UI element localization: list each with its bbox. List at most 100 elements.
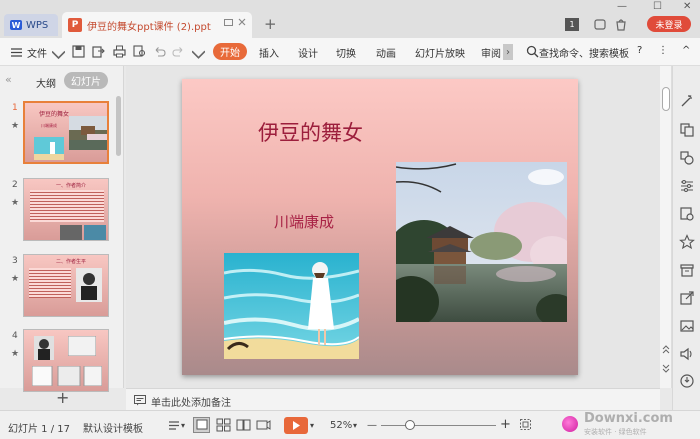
- animation-star-icon: ★: [11, 274, 20, 284]
- wps-home-tab[interactable]: W WPS: [4, 14, 58, 36]
- animation-star-icon: ★: [11, 198, 20, 208]
- zoom-out-button[interactable]: —: [367, 420, 377, 431]
- slide-thumbnail[interactable]: [23, 329, 109, 392]
- current-slide[interactable]: 伊豆的舞女 川端康成: [182, 79, 578, 375]
- zoom-in-button[interactable]: +: [500, 417, 511, 432]
- play-slideshow-button[interactable]: [284, 417, 308, 434]
- save-icon[interactable]: [72, 45, 85, 58]
- minimize-button[interactable]: —: [617, 1, 627, 12]
- menu-insert[interactable]: 插入: [259, 45, 279, 60]
- collapse-panel-button[interactable]: «: [5, 73, 12, 86]
- slide-thumbnail[interactable]: 二、作者生平: [23, 254, 109, 317]
- menu-review[interactable]: 审阅: [481, 45, 501, 60]
- notes-icon: [134, 395, 146, 406]
- new-tab-button[interactable]: +: [264, 15, 277, 33]
- undo-icon[interactable]: [153, 45, 166, 58]
- thumbnail-book-image: [68, 336, 96, 356]
- notes-dropdown-icon[interactable]: ▾: [181, 421, 185, 430]
- image-tools-icon[interactable]: [679, 206, 695, 222]
- export-icon[interactable]: [92, 45, 105, 58]
- fit-to-window-icon[interactable]: [519, 418, 532, 431]
- page-nav-arrows-icon[interactable]: [662, 344, 670, 374]
- play-dropdown-icon[interactable]: ▾: [310, 421, 314, 430]
- canvas-scroll-thumb[interactable]: [662, 87, 670, 111]
- slide-thumbnail-row[interactable]: 3 ★ 二、作者生平: [0, 254, 118, 320]
- thumbnail-beach-image: [34, 137, 64, 160]
- notes-toggle-icon[interactable]: [168, 420, 180, 431]
- login-button[interactable]: 未登录: [647, 16, 691, 32]
- settings-sliders-icon[interactable]: [679, 178, 695, 194]
- slide-number: 2: [12, 180, 18, 190]
- tab-window-icon[interactable]: [224, 18, 233, 27]
- animation-star-icon: ★: [11, 349, 20, 359]
- menu-start[interactable]: 开始: [213, 43, 247, 60]
- page-count-badge[interactable]: 1: [565, 18, 579, 31]
- tab-close-icon[interactable]: [238, 18, 246, 26]
- slide-sorter-icon[interactable]: [216, 418, 231, 432]
- collapse-ribbon-button[interactable]: ^: [682, 45, 690, 56]
- shield-icon[interactable]: [679, 373, 695, 389]
- thumbnail-text-block: [29, 268, 71, 298]
- storage-box-icon[interactable]: [679, 262, 695, 278]
- more-options-button[interactable]: ⋮: [658, 45, 668, 56]
- temple-photo[interactable]: [396, 162, 567, 322]
- command-search[interactable]: 查找命令、搜索模板: [539, 45, 629, 60]
- thumbnail-temple-image: [69, 116, 107, 150]
- slide-author[interactable]: 川端康成: [274, 211, 334, 232]
- animation-star-icon: ★: [11, 121, 20, 131]
- menu-switch[interactable]: 切换: [336, 45, 356, 60]
- slides-panel: « 大纲 幻灯片 1 ★ 伊豆的舞女 川端康成 2 ★ 一、作者简介 3 ★ 二…: [0, 66, 124, 407]
- document-tab[interactable]: P 伊豆的舞女ppt课件 (2).ppt: [62, 12, 252, 38]
- speaker-icon[interactable]: [679, 346, 695, 362]
- slide-number: 3: [12, 256, 18, 266]
- quick-access-dropdown-icon[interactable]: [192, 48, 205, 61]
- notes-pane[interactable]: 单击此处添加备注: [126, 388, 660, 410]
- tab-slides[interactable]: 幻灯片: [64, 72, 108, 89]
- thumbnail-title: 二、作者生平: [56, 259, 87, 265]
- shapes-icon[interactable]: [679, 150, 695, 166]
- canvas-vertical-scrollbar[interactable]: [660, 66, 672, 388]
- slide-thumbnail[interactable]: 一、作者简介: [23, 178, 109, 241]
- notes-placeholder[interactable]: 单击此处添加备注: [151, 394, 231, 409]
- slide-thumbnail-row[interactable]: 4 ★: [0, 329, 118, 395]
- zoom-slider-track[interactable]: [381, 425, 496, 426]
- slide-thumbnail[interactable]: 伊豆的舞女 川端康成: [23, 101, 109, 164]
- slide-thumbnail-row[interactable]: 2 ★ 一、作者简介: [0, 178, 118, 244]
- redo-icon[interactable]: [172, 45, 185, 58]
- share-icon[interactable]: [679, 290, 695, 306]
- star-icon[interactable]: [679, 234, 695, 250]
- print-preview-icon[interactable]: [133, 45, 146, 58]
- menu-bar: 文件 开始 插入 设计 切换 动画 幻灯片放映 审阅 › 查找命令、搜索模板 ?…: [0, 38, 700, 66]
- menu-slideshow[interactable]: 幻灯片放映: [415, 45, 465, 60]
- ribbon-scroll-right[interactable]: ›: [503, 44, 513, 60]
- help-button[interactable]: ?: [637, 45, 642, 56]
- copy-icon[interactable]: [679, 122, 695, 138]
- zoom-level[interactable]: 52%: [330, 420, 352, 431]
- hamburger-icon[interactable]: [10, 46, 23, 59]
- menu-animation[interactable]: 动画: [376, 45, 396, 60]
- thumbnail-portrait-image: [76, 268, 102, 302]
- menu-file[interactable]: 文件: [27, 45, 47, 60]
- reading-view-icon[interactable]: [236, 418, 251, 432]
- picture-icon[interactable]: [679, 318, 695, 334]
- zoom-dropdown-icon[interactable]: ▾: [353, 421, 357, 430]
- thumbnail-scrollbar[interactable]: [116, 96, 121, 156]
- slide-thumbnail-row[interactable]: 1 ★ 伊豆的舞女 川端康成: [0, 101, 118, 167]
- bag-icon[interactable]: [614, 18, 628, 31]
- print-icon[interactable]: [113, 45, 126, 58]
- menu-design[interactable]: 设计: [298, 45, 318, 60]
- wand-icon[interactable]: [679, 93, 695, 109]
- file-dropdown-icon[interactable]: [52, 49, 65, 62]
- tab-outline[interactable]: 大纲: [36, 75, 56, 90]
- skin-icon[interactable]: [593, 18, 607, 31]
- add-slide-button[interactable]: +: [56, 388, 69, 407]
- normal-view-icon[interactable]: [193, 417, 210, 433]
- close-button[interactable]: ✕: [683, 1, 691, 12]
- slide-title[interactable]: 伊豆的舞女: [258, 117, 363, 147]
- restore-button[interactable]: ☐: [653, 1, 662, 12]
- design-template-label[interactable]: 默认设计模板: [83, 420, 143, 435]
- search-icon[interactable]: [526, 45, 539, 58]
- beach-illustration[interactable]: [224, 253, 359, 359]
- presenter-view-icon[interactable]: [256, 418, 271, 432]
- zoom-slider-knob[interactable]: [405, 420, 415, 430]
